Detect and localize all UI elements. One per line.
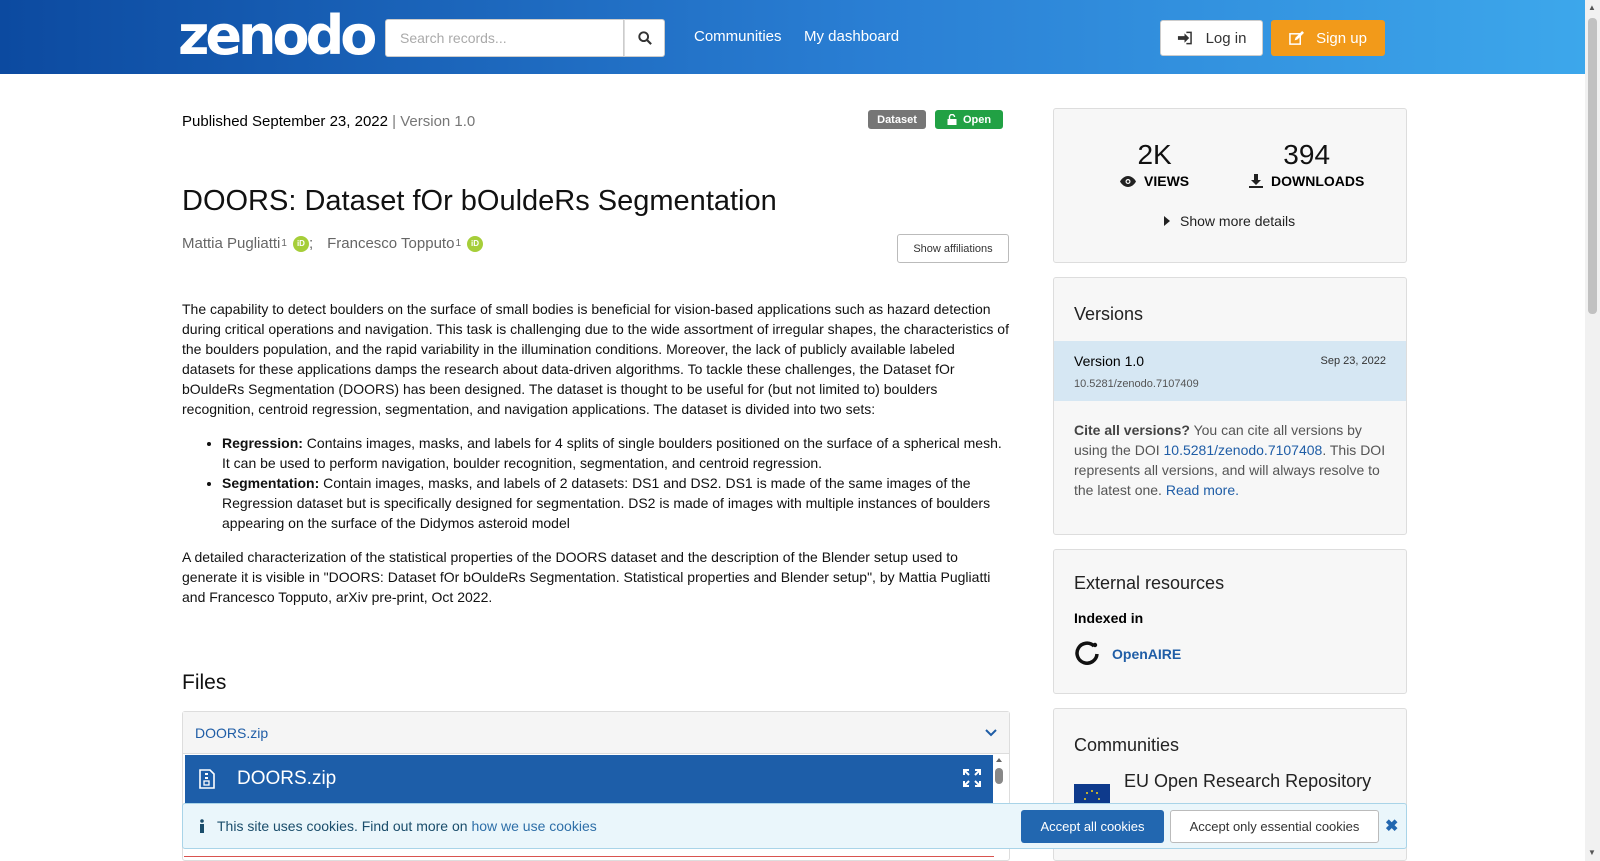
author-name[interactable]: Mattia Pugliatti — [182, 235, 280, 252]
downloads-label: DOWNLOADS — [1271, 173, 1365, 189]
list-item: Segmentation: Contain images, masks, and… — [222, 473, 1010, 533]
downloads-stat: 394 DOWNLOADS — [1249, 139, 1364, 189]
cookie-message: This site uses cookies. Find out more on… — [199, 818, 597, 834]
concept-doi-link[interactable]: 10.5281/zenodo.7107408 — [1164, 442, 1323, 458]
versions-panel: Versions Version 1.0 Sep 23, 2022 10.528… — [1053, 277, 1407, 535]
chevron-down-icon — [985, 728, 997, 736]
external-heading: External resources — [1074, 573, 1225, 593]
preview-divider — [184, 856, 994, 857]
signup-label: Sign up — [1316, 29, 1367, 47]
nav-communities[interactable]: Communities — [694, 28, 782, 45]
published-date: Published September 23, 2022 — [182, 113, 388, 130]
accept-all-cookies-button[interactable]: Accept all cookies — [1021, 810, 1164, 843]
read-more-link[interactable]: Read more. — [1166, 482, 1239, 498]
description-paragraph: A detailed characterization of the stati… — [182, 549, 991, 605]
eye-icon — [1120, 175, 1136, 187]
communities-heading: Communities — [1074, 735, 1180, 755]
accept-essential-cookies-button[interactable]: Accept only essential cookies — [1170, 810, 1379, 843]
access-badge: Open — [935, 110, 1003, 129]
cookie-banner: This site uses cookies. Find out more on… — [182, 803, 1407, 849]
sign-in-icon — [1177, 31, 1192, 45]
cookie-policy-link[interactable]: how we use cookies — [471, 818, 596, 834]
stats-panel: 2K VIEWS 394 DOWNLOADS Show more details — [1053, 108, 1407, 263]
indexed-in-label: Indexed in — [1074, 610, 1144, 626]
author-affiliation: 1 — [455, 238, 461, 249]
search-icon — [637, 31, 652, 45]
top-navbar: zenodo Communities My dashboard Log in S… — [0, 0, 1600, 74]
author-separator: ; — [308, 235, 314, 252]
cite-all-versions: Cite all versions? You can cite all vers… — [1074, 420, 1390, 500]
show-more-details[interactable]: Show more details — [1164, 213, 1295, 229]
downloads-count: 394 — [1283, 139, 1331, 170]
search-bar — [385, 19, 665, 57]
record-description: The capability to detect boulders on the… — [182, 299, 1010, 621]
version-name[interactable]: Version 1.0 — [1074, 353, 1144, 369]
show-affiliations-button[interactable]: Show affiliations — [897, 234, 1009, 263]
bullet-text: Contain images, masks, and labels of 2 d… — [222, 475, 991, 531]
version-label: | Version 1.0 — [392, 113, 476, 130]
search-input[interactable] — [385, 19, 625, 57]
unlock-icon — [947, 114, 957, 125]
versions-heading: Versions — [1074, 304, 1144, 324]
publication-info: Published September 23, 2022 | Version 1… — [182, 113, 475, 130]
signup-button[interactable]: Sign up — [1271, 20, 1385, 56]
orcid-icon[interactable]: iD — [292, 235, 309, 252]
login-button[interactable]: Log in — [1160, 20, 1263, 56]
edit-icon — [1289, 30, 1305, 45]
scrollbar-thumb[interactable] — [1588, 18, 1597, 314]
views-stat: 2K VIEWS — [1120, 139, 1189, 189]
cookie-text: This site uses cookies. Find out more on — [217, 818, 472, 834]
list-item: Regression: Contains images, masks, and … — [222, 433, 1010, 473]
close-icon[interactable]: ✖ — [1385, 816, 1398, 836]
scroll-up-icon[interactable]: ▲ — [1588, 3, 1596, 12]
file-accordion-header[interactable]: DOORS.zip — [183, 712, 1009, 754]
downloads-label-row: DOWNLOADS — [1249, 173, 1364, 189]
record-title: DOORS: Dataset fOr bOuldeRs Segmentation — [182, 185, 777, 217]
resource-type-badge: Dataset — [868, 110, 926, 129]
caret-right-icon — [1164, 216, 1170, 226]
bullet-heading: Segmentation: — [222, 475, 320, 491]
bullet-heading: Regression: — [222, 435, 303, 451]
views-label-row: VIEWS — [1120, 173, 1189, 189]
bullet-text: Contains images, masks, and labels for 4… — [222, 435, 1002, 471]
info-icon — [200, 819, 204, 833]
preview-scrollbar[interactable] — [993, 756, 1005, 804]
views-label: VIEWS — [1144, 173, 1190, 189]
files-heading: Files — [182, 671, 227, 694]
description-paragraph: The capability to detect boulders on the… — [182, 301, 1009, 417]
description-list: Regression: Contains images, masks, and … — [182, 433, 1010, 533]
search-button[interactable] — [624, 19, 665, 57]
version-doi: 10.5281/zenodo.7107409 — [1074, 378, 1199, 390]
openaire-entry[interactable]: OpenAIRE — [1074, 641, 1181, 667]
download-icon — [1249, 174, 1263, 188]
show-more-label: Show more details — [1180, 213, 1296, 229]
cite-all-heading: Cite all versions? — [1074, 422, 1190, 438]
authors-list: Mattia Pugliatti 1 iD ; Francesco Topputo… — [182, 235, 483, 252]
login-label: Log in — [1205, 29, 1247, 47]
views-count: 2K — [1137, 139, 1172, 170]
access-label: Open — [962, 113, 992, 126]
nav-my-dashboard[interactable]: My dashboard — [804, 28, 899, 45]
version-date: Sep 23, 2022 — [1320, 355, 1386, 367]
author-affiliation: 1 — [281, 238, 287, 249]
file-preview-bar: DOORS.zip — [185, 755, 993, 803]
page-scrollbar[interactable]: ▲ ▼ — [1585, 0, 1600, 861]
file-link[interactable]: DOORS.zip — [195, 725, 268, 741]
scroll-down-icon[interactable]: ▼ — [1588, 848, 1596, 857]
openaire-icon — [1075, 641, 1099, 665]
external-resources-panel: External resources Indexed in OpenAIRE — [1053, 549, 1407, 694]
author-name[interactable]: Francesco Topputo — [327, 235, 454, 252]
orcid-icon[interactable]: iD — [467, 235, 483, 252]
file-archive-icon — [199, 769, 215, 789]
zenodo-logo[interactable]: zenodo — [178, 8, 377, 64]
preview-file-name: DOORS.zip — [237, 768, 337, 789]
openaire-link[interactable]: OpenAIRE — [1112, 646, 1181, 662]
community-name[interactable]: EU Open Research Repository — [1124, 771, 1371, 792]
version-row[interactable]: Version 1.0 Sep 23, 2022 10.5281/zenodo.… — [1054, 341, 1406, 401]
expand-icon[interactable] — [963, 769, 981, 787]
